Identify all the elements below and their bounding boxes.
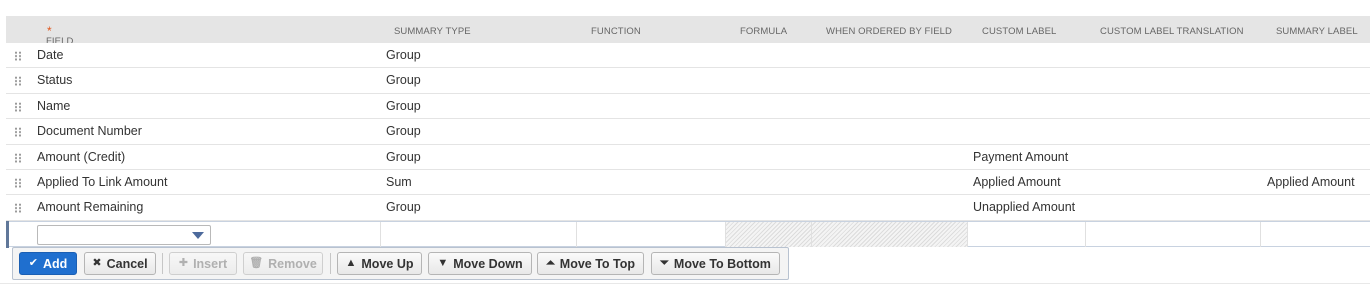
cell-field: Amount (Credit): [37, 149, 126, 164]
summary-label-cell[interactable]: [1261, 222, 1370, 247]
cell-summary-type: Group: [386, 73, 421, 88]
table-row[interactable]: Amount (Credit) Group Payment Amount: [6, 144, 1370, 170]
cell-summary-type: Group: [386, 124, 421, 139]
move-down-button[interactable]: ▼ Move Down: [428, 252, 532, 275]
check-icon: ✔: [28, 257, 38, 269]
table-row[interactable]: Amount Remaining Group Unapplied Amount: [6, 195, 1370, 221]
results-grid: FIELD * SUMMARY TYPE FUNCTION FORMULA WHE…: [6, 16, 1370, 248]
when-ordered-by-field-cell-disabled: [812, 221, 968, 247]
trash-icon: 🗑: [249, 257, 264, 269]
column-header-when-ordered-by-field[interactable]: WHEN ORDERED BY FIELD: [826, 26, 952, 37]
cell-summary-type: Group: [386, 98, 421, 113]
triangle-down-icon: ▼: [437, 257, 449, 269]
move-to-bottom-button[interactable]: ⏷ Move To Bottom: [651, 252, 780, 275]
x-icon: ✖: [92, 257, 102, 269]
required-marker: *: [47, 24, 52, 38]
table-row[interactable]: Document Number Group: [6, 119, 1370, 145]
column-header-formula[interactable]: FORMULA: [740, 26, 787, 37]
field-select[interactable]: [37, 224, 211, 245]
cell-field: Name: [37, 98, 71, 113]
cell-custom-label: Applied Amount: [973, 174, 1061, 189]
grid-toolbar: ✔ Add ✖ Cancel ✚ Insert 🗑 Remove ▲ Move Up ▼ M…: [12, 247, 789, 280]
cell-custom-label: Unapplied Amount: [973, 200, 1076, 215]
drag-handle-icon[interactable]: [14, 152, 22, 163]
summary-type-cell[interactable]: [381, 221, 577, 247]
cell-field: Document Number: [37, 124, 142, 139]
new-row-editor: [6, 220, 1370, 248]
toolbar-divider: [330, 253, 331, 274]
drag-handle-icon[interactable]: [14, 203, 22, 214]
column-header-field[interactable]: FIELD *: [46, 24, 73, 47]
grid-header: FIELD * SUMMARY TYPE FUNCTION FORMULA WHE…: [6, 16, 1370, 47]
move-to-top-button[interactable]: ⏶ Move To Top: [537, 252, 644, 275]
cell-summary-type: Sum: [386, 174, 412, 189]
cell-field: Applied To Link Amount: [37, 174, 168, 189]
cell-field: Amount Remaining: [37, 200, 144, 215]
column-header-summary-type[interactable]: SUMMARY TYPE: [394, 26, 471, 37]
bar-triangle-down-icon: ⏷: [660, 257, 669, 269]
triangle-up-icon: ▲: [345, 257, 357, 269]
drag-handle-icon[interactable]: [14, 76, 22, 87]
insert-button[interactable]: ✚ Insert: [169, 252, 237, 275]
custom-label-translation-cell[interactable]: [1086, 221, 1261, 247]
table-row[interactable]: Status Group: [6, 68, 1370, 94]
remove-button[interactable]: 🗑 Remove: [243, 252, 323, 275]
move-to-top-button-label: Move To Top: [559, 256, 636, 271]
add-button-label: Add: [42, 256, 68, 271]
drag-handle-icon[interactable]: [14, 127, 22, 138]
cell-summary-type: Group: [386, 48, 421, 62]
custom-label-cell[interactable]: [968, 221, 1086, 247]
table-row[interactable]: Date Group: [6, 43, 1370, 69]
column-header-summary-label[interactable]: SUMMARY LABEL: [1276, 26, 1358, 37]
column-header-custom-label-translation[interactable]: CUSTOM LABEL TRANSLATION: [1100, 26, 1244, 37]
formula-cell-disabled: [726, 221, 812, 247]
cancel-button[interactable]: ✖ Cancel: [84, 252, 156, 275]
drag-handle-icon[interactable]: [14, 51, 22, 61]
chevron-down-icon[interactable]: [192, 231, 204, 239]
move-up-button-label: Move Up: [361, 256, 414, 271]
function-cell[interactable]: [577, 221, 726, 247]
cell-summary-type: Group: [386, 149, 421, 164]
cancel-button-label: Cancel: [106, 256, 148, 271]
add-button[interactable]: ✔ Add: [19, 252, 77, 275]
drag-handle-icon[interactable]: [14, 177, 22, 188]
column-header-function[interactable]: FUNCTION: [591, 26, 641, 37]
divider: [0, 283, 1370, 284]
move-to-bottom-button-label: Move To Bottom: [673, 256, 771, 271]
insert-button-label: Insert: [193, 256, 228, 271]
remove-button-label: Remove: [268, 256, 317, 271]
cell-summary-label: Applied Amount: [1267, 174, 1355, 189]
cell-field: Status: [37, 73, 73, 88]
cell-field: Date: [37, 48, 64, 62]
plus-icon: ✚: [178, 257, 189, 269]
bar-triangle-up-icon: ⏶: [545, 257, 555, 269]
column-header-custom-label[interactable]: CUSTOM LABEL: [982, 26, 1056, 37]
toolbar-divider: [162, 253, 163, 274]
table-row[interactable]: Applied To Link Amount Sum Applied Amoun…: [6, 169, 1370, 196]
move-down-button-label: Move Down: [453, 256, 523, 271]
table-row[interactable]: Name Group: [6, 93, 1370, 120]
cell-summary-type: Group: [386, 200, 421, 215]
move-up-button[interactable]: ▲ Move Up: [337, 252, 422, 275]
cell-custom-label: Payment Amount: [973, 149, 1069, 164]
drag-handle-icon[interactable]: [14, 101, 22, 112]
